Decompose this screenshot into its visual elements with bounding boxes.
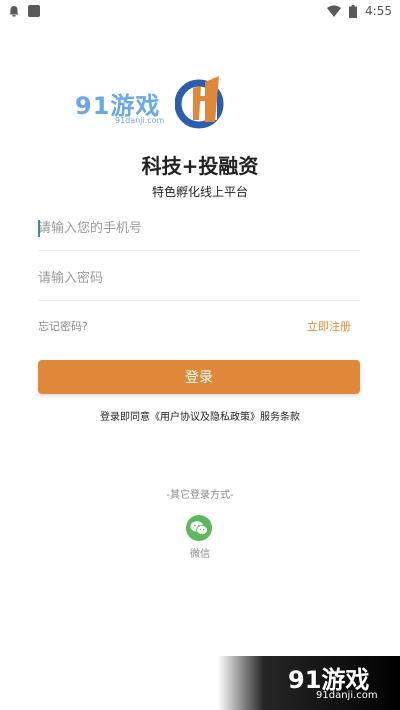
register-link[interactable]: 立即注册 (307, 318, 351, 334)
page-title: 科技+投融资 (141, 154, 259, 178)
terms-suffix: 服务条款 (260, 412, 300, 423)
phone-field-container (38, 206, 360, 251)
battery-icon (349, 4, 358, 18)
wechat-login-button[interactable] (186, 515, 212, 541)
wifi-icon (327, 5, 342, 17)
other-login-label: -其它登录方式- (166, 490, 234, 501)
status-right: 4:55 (327, 4, 392, 18)
wechat-label: 微信 (190, 549, 210, 560)
watermark: 91游戏 91danji.com (218, 656, 400, 710)
status-time: 4:55 (365, 4, 392, 18)
forgot-password-link[interactable]: 忘记密码? (38, 318, 88, 334)
logo-subtext: 91danji.com (115, 116, 165, 125)
terms-prefix: 登录即同意 (100, 412, 150, 423)
login-button[interactable]: 登录 (38, 360, 360, 394)
terms-link[interactable]: 《用户协议及隐私政策》 (150, 412, 260, 423)
phone-input[interactable] (38, 206, 360, 250)
text-caret (38, 220, 40, 237)
page-subtitle: 特色孵化线上平台 (151, 185, 248, 199)
app-icon (28, 5, 40, 17)
wechat-icon (190, 521, 208, 535)
status-bar: 4:55 (0, 0, 400, 22)
password-field-container (38, 256, 360, 301)
logo-mark-icon (175, 76, 224, 129)
terms-text: 登录即同意《用户协议及隐私政策》服务条款 (0, 408, 400, 423)
watermark-subtext: 91danji.com (316, 690, 378, 701)
password-input[interactable] (38, 256, 360, 300)
notification-icon (9, 6, 19, 17)
status-left (8, 5, 40, 17)
brand-logo: 91游戏 91danji.com (75, 72, 225, 132)
